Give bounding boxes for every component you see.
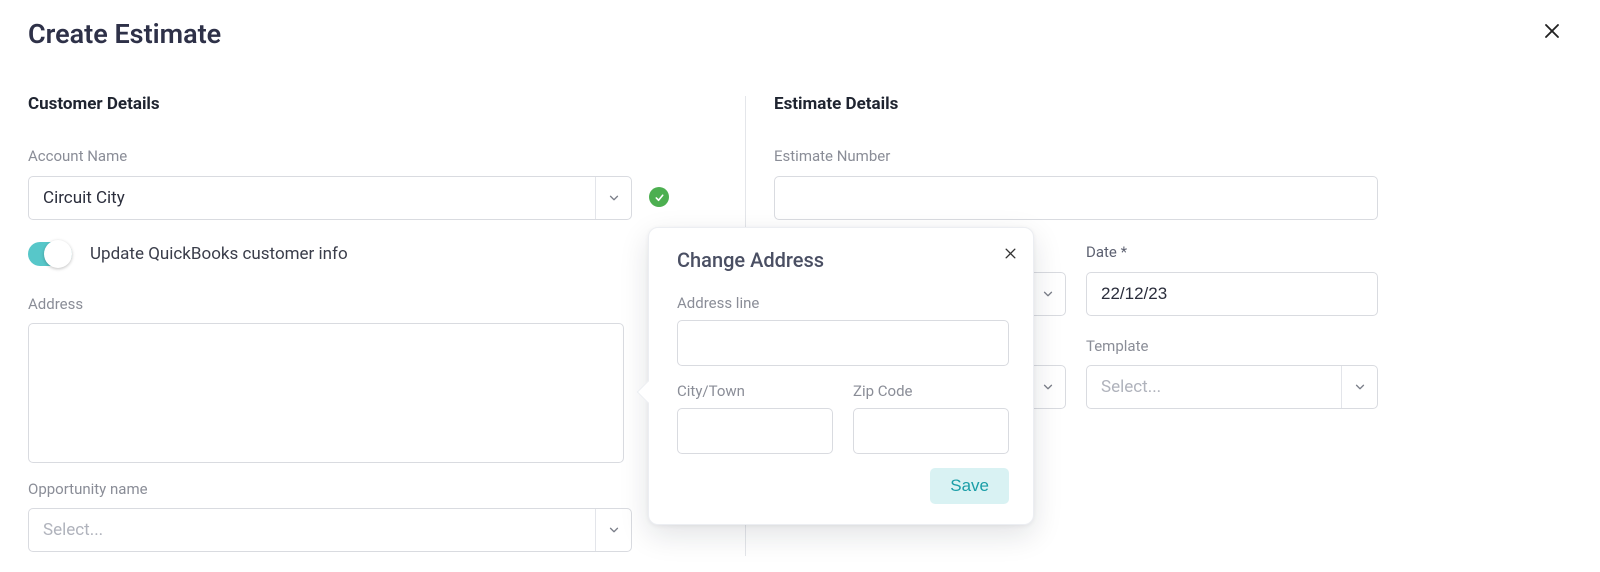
account-name-select[interactable]: Circuit City <box>28 176 632 220</box>
opportunity-name-placeholder: Select... <box>43 520 595 540</box>
change-address-popover: Change Address Address line City/Town Zi… <box>648 227 1034 525</box>
estimate-number-input[interactable] <box>774 176 1378 220</box>
template-label: Template <box>1086 337 1148 355</box>
opportunity-name-label: Opportunity name <box>28 480 148 498</box>
estimate-details-header: Estimate Details <box>774 94 898 114</box>
close-icon <box>1543 22 1561 40</box>
chevron-down-icon <box>595 509 631 551</box>
chevron-down-icon <box>1029 366 1065 408</box>
zip-code-label: Zip Code <box>853 382 1009 400</box>
template-placeholder: Select... <box>1101 377 1341 397</box>
template-select[interactable]: Select... <box>1086 365 1378 409</box>
address-line-label: Address line <box>677 294 1009 312</box>
popover-arrow <box>637 381 660 404</box>
date-input[interactable] <box>1086 272 1378 316</box>
account-valid-badge <box>649 187 669 207</box>
city-town-input[interactable] <box>677 408 833 454</box>
city-town-label: City/Town <box>677 382 833 400</box>
address-label: Address <box>28 295 83 313</box>
account-name-value: Circuit City <box>43 188 595 208</box>
save-button[interactable]: Save <box>930 468 1009 504</box>
popover-close-button[interactable] <box>999 242 1021 264</box>
close-icon <box>1004 247 1017 260</box>
address-line-input[interactable] <box>677 320 1009 366</box>
page-title: Create Estimate <box>28 18 221 50</box>
popover-title: Change Address <box>677 248 1009 272</box>
close-button[interactable] <box>1539 18 1565 44</box>
customer-details-header: Customer Details <box>28 94 160 114</box>
address-textarea[interactable] <box>28 323 624 463</box>
chevron-down-icon <box>1341 366 1377 408</box>
zip-code-input[interactable] <box>853 408 1009 454</box>
opportunity-name-select[interactable]: Select... <box>28 508 632 552</box>
account-name-label: Account Name <box>28 147 127 165</box>
toggle-knob <box>44 240 72 268</box>
date-label: Date * <box>1086 243 1127 261</box>
chevron-down-icon <box>1029 273 1065 315</box>
chevron-down-icon <box>595 177 631 219</box>
update-quickbooks-toggle[interactable] <box>28 242 72 266</box>
check-icon <box>654 192 665 203</box>
estimate-number-label: Estimate Number <box>774 147 890 165</box>
update-quickbooks-label: Update QuickBooks customer info <box>90 244 348 264</box>
